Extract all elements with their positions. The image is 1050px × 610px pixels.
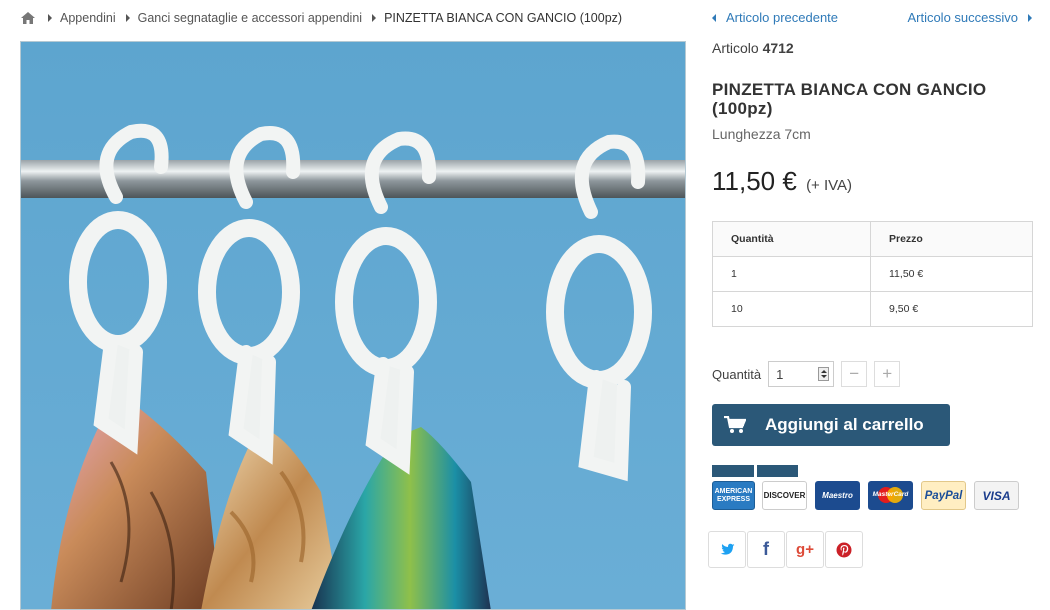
article-reference-label: Articolo bbox=[712, 40, 759, 56]
column-header-quantity: Quantità bbox=[712, 221, 871, 257]
pinterest-icon bbox=[836, 542, 852, 557]
amex-icon: AMERICAN EXPRESS bbox=[712, 481, 755, 510]
breadcrumb-link-category[interactable]: Ganci segnataglie e accessori appendini bbox=[138, 11, 362, 25]
article-reference: Articolo 4712 bbox=[712, 40, 794, 56]
payment-banner-tab bbox=[757, 465, 798, 477]
vat-note: (+ IVA) bbox=[806, 177, 853, 194]
add-to-cart-label: Aggiungi al carrello bbox=[765, 415, 924, 434]
column-header-price: Prezzo bbox=[870, 221, 1033, 257]
payment-methods: AMERICAN EXPRESS DISCOVER Maestro Master… bbox=[712, 481, 1027, 510]
social-share: f g+ bbox=[708, 531, 864, 568]
next-article-label: Articolo successivo bbox=[907, 10, 1018, 25]
google-plus-icon: g+ bbox=[796, 541, 814, 558]
table-cell-price: 9,50 € bbox=[870, 291, 1033, 327]
breadcrumb-separator-icon bbox=[48, 14, 52, 22]
home-icon[interactable] bbox=[20, 11, 36, 25]
product-title: PINZETTA BIANCA CON GANCIO (100pz) bbox=[712, 80, 987, 118]
google-plus-share-button[interactable]: g+ bbox=[786, 531, 824, 568]
visa-icon: VISA bbox=[974, 481, 1019, 510]
quantity-discount-table: Quantità Prezzo 1 11,50 € 10 9,50 € bbox=[712, 221, 1033, 327]
spinner-icon[interactable] bbox=[818, 367, 830, 381]
chevron-left-icon bbox=[712, 13, 716, 22]
quantity-label: Quantità bbox=[712, 366, 762, 382]
mastercard-icon: MasterCard bbox=[868, 481, 913, 510]
article-reference-number: 4712 bbox=[762, 40, 794, 56]
previous-article-label: Articolo precedente bbox=[726, 10, 839, 25]
pinterest-share-button[interactable] bbox=[825, 531, 863, 568]
facebook-icon: f bbox=[763, 539, 769, 559]
twitter-share-button[interactable] bbox=[708, 531, 746, 568]
table-cell-price: 11,50 € bbox=[870, 256, 1033, 292]
facebook-share-button[interactable]: f bbox=[747, 531, 785, 568]
quantity-selector: Quantità 1 − + bbox=[712, 361, 901, 387]
breadcrumb-link-appendini[interactable]: Appendini bbox=[60, 11, 116, 25]
table-header-row: Quantità Prezzo bbox=[712, 221, 1033, 257]
payment-banner-tab bbox=[712, 465, 754, 477]
table-cell-quantity: 1 bbox=[712, 256, 871, 292]
product-image[interactable] bbox=[20, 41, 686, 610]
increase-quantity-button[interactable]: + bbox=[874, 361, 901, 387]
table-row: 1 11,50 € bbox=[712, 256, 1033, 292]
quantity-value: 1 bbox=[776, 366, 784, 382]
product-price: 11,50 € (+ IVA) bbox=[712, 166, 852, 197]
breadcrumb: Appendini Ganci segnataglie e accessori … bbox=[20, 9, 622, 27]
quantity-input[interactable]: 1 bbox=[768, 361, 835, 387]
previous-article-link[interactable]: Articolo precedente bbox=[712, 10, 838, 25]
table-cell-quantity: 10 bbox=[712, 291, 871, 327]
discover-icon: DISCOVER bbox=[762, 481, 807, 510]
add-to-cart-button[interactable]: Aggiungi al carrello bbox=[712, 404, 950, 446]
product-photo bbox=[21, 42, 685, 609]
decrease-quantity-button[interactable]: − bbox=[841, 361, 868, 387]
breadcrumb-separator-icon bbox=[125, 14, 130, 22]
breadcrumb-current: PINZETTA BIANCA CON GANCIO (100pz) bbox=[384, 11, 623, 25]
twitter-icon bbox=[720, 543, 735, 555]
price-value: 11,50 € bbox=[712, 166, 797, 196]
mastercard-label: MasterCard bbox=[872, 491, 909, 498]
next-article-link[interactable]: Articolo successivo bbox=[907, 10, 1032, 25]
cart-icon bbox=[724, 416, 746, 433]
chevron-right-icon bbox=[1028, 13, 1032, 22]
maestro-icon: Maestro bbox=[815, 481, 860, 510]
table-row: 10 9,50 € bbox=[712, 291, 1033, 327]
product-description: Lunghezza 7cm bbox=[712, 126, 811, 142]
paypal-icon: PayPal bbox=[921, 481, 966, 510]
breadcrumb-separator-icon bbox=[372, 14, 377, 22]
